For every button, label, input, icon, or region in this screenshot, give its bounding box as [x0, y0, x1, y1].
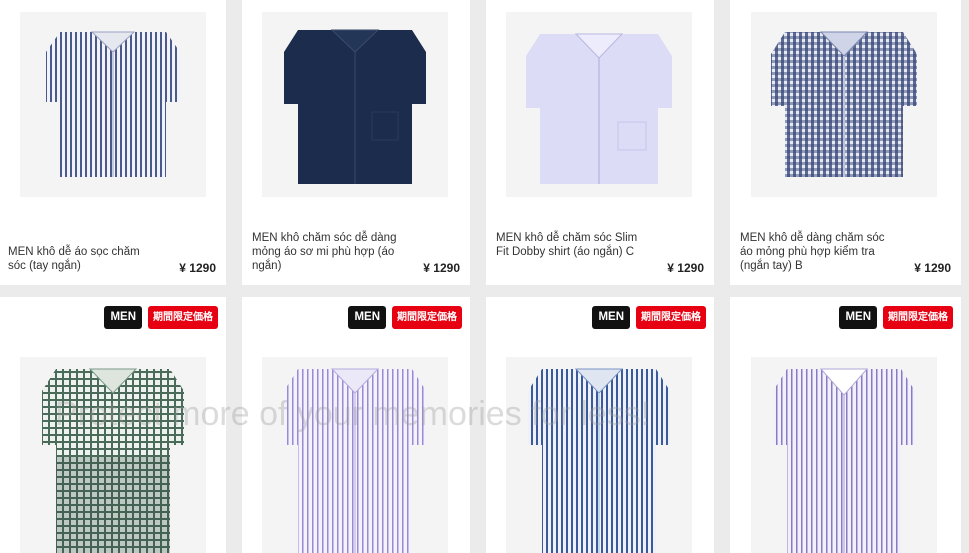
product-card[interactable]: MEN 期間限定価格 — [0, 297, 226, 553]
product-price: ¥ 1290 — [179, 261, 216, 275]
product-image[interactable] — [262, 12, 448, 197]
product-name[interactable]: MEN khô chăm sóc dễ dàng mỏng áo sơ mi p… — [252, 231, 402, 273]
product-image[interactable] — [751, 12, 937, 197]
purple-stripe-shirt-image — [284, 368, 426, 553]
violet-stripe-shirt-image — [773, 368, 915, 553]
product-image[interactable] — [506, 12, 692, 197]
product-card[interactable]: MEN 期間限定価格 — [730, 297, 961, 553]
product-image[interactable] — [20, 12, 206, 197]
badge-group: MEN 期間限定価格 — [592, 306, 706, 329]
badge-group: MEN 期間限定価格 — [104, 306, 218, 329]
product-name[interactable]: MEN khô dễ dàng chăm sóc áo mỏng phù hợp… — [740, 231, 890, 273]
product-image[interactable] — [20, 357, 206, 553]
green-check-shirt-image — [42, 368, 184, 553]
limited-price-badge: 期間限定価格 — [148, 306, 218, 329]
men-badge: MEN — [839, 306, 877, 329]
limited-price-badge: 期間限定価格 — [883, 306, 953, 329]
product-image[interactable] — [506, 357, 692, 553]
product-price: ¥ 1290 — [423, 261, 460, 275]
lavender-shirt-image — [526, 33, 672, 184]
limited-price-badge: 期間限定価格 — [636, 306, 706, 329]
badge-group: MEN 期間限定価格 — [839, 306, 953, 329]
striped-shirt-image — [46, 31, 180, 177]
product-name[interactable]: MEN khô dễ áo sọc chăm sóc (tay ngắn) — [8, 245, 158, 273]
product-price: ¥ 1290 — [914, 261, 951, 275]
men-badge: MEN — [348, 306, 386, 329]
navy-shirt-image — [284, 29, 426, 184]
product-card[interactable]: MEN khô dễ chăm sóc Slim Fit Dobby shirt… — [486, 0, 714, 285]
men-badge: MEN — [592, 306, 630, 329]
product-card[interactable]: MEN khô dễ áo sọc chăm sóc (tay ngắn) ¥ … — [0, 0, 226, 285]
product-grid: MEN khô dễ áo sọc chăm sóc (tay ngắn) ¥ … — [0, 0, 969, 553]
gingham-shirt-image — [771, 31, 917, 177]
product-price: ¥ 1290 — [667, 261, 704, 275]
product-card[interactable]: MEN 期間限定価格 — [242, 297, 470, 553]
product-card[interactable]: MEN khô dễ dàng chăm sóc áo mỏng phù hợp… — [730, 0, 961, 285]
product-image[interactable] — [751, 357, 937, 553]
product-card[interactable]: MEN khô chăm sóc dễ dàng mỏng áo sơ mi p… — [242, 0, 470, 285]
blue-stripe-shirt-image — [528, 368, 670, 553]
product-image[interactable] — [262, 357, 448, 553]
badge-group: MEN 期間限定価格 — [348, 306, 462, 329]
limited-price-badge: 期間限定価格 — [392, 306, 462, 329]
product-card[interactable]: MEN 期間限定価格 — [486, 297, 714, 553]
product-name[interactable]: MEN khô dễ chăm sóc Slim Fit Dobby shirt… — [496, 231, 646, 259]
men-badge: MEN — [104, 306, 142, 329]
